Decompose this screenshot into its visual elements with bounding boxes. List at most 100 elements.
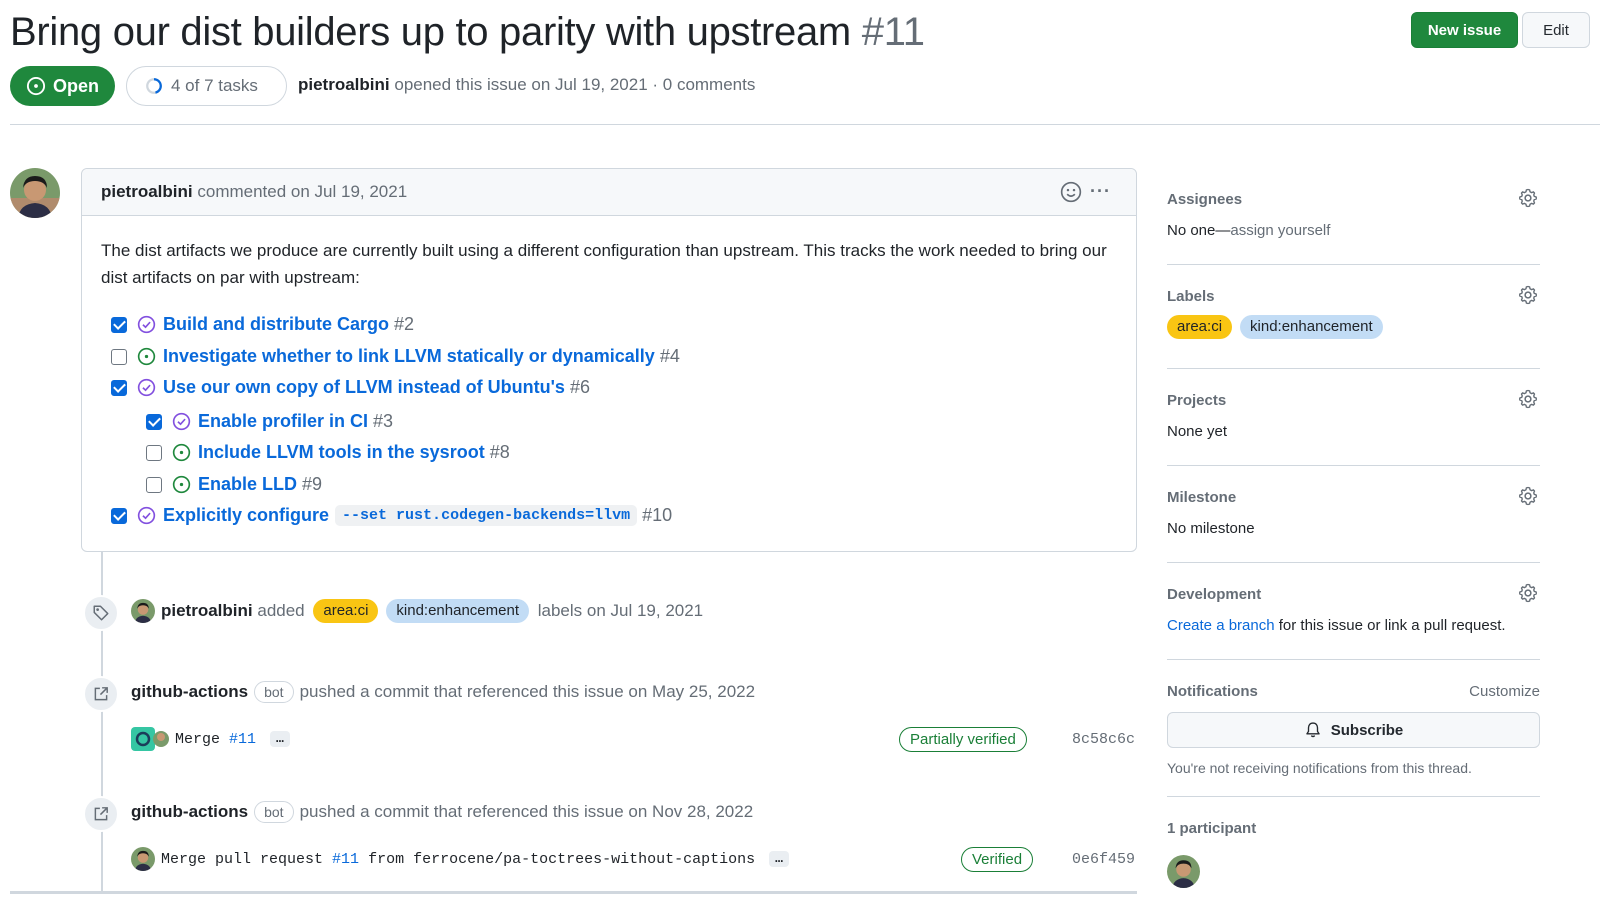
gear-icon[interactable] bbox=[1518, 389, 1538, 409]
edit-button[interactable]: Edit bbox=[1522, 12, 1590, 48]
participant-avatar[interactable] bbox=[1167, 855, 1200, 888]
author-link[interactable]: pietroalbini bbox=[298, 75, 390, 94]
task-issue-number[interactable]: #8 bbox=[490, 442, 510, 463]
tasks-progress[interactable]: 4 of 7 tasks bbox=[126, 66, 287, 106]
verification-badge[interactable]: Verified bbox=[961, 847, 1034, 872]
avatar-image bbox=[1167, 855, 1200, 888]
task-checkbox[interactable] bbox=[111, 348, 127, 365]
assignees-value: No one—assign yourself bbox=[1167, 222, 1540, 239]
task-checkbox[interactable] bbox=[111, 507, 127, 524]
task-item: Enable LLD #9 bbox=[146, 474, 322, 495]
task-issue-number[interactable]: #3 bbox=[373, 411, 393, 432]
commit-author-avatar[interactable] bbox=[131, 847, 155, 871]
timeline-badge bbox=[83, 676, 119, 712]
commit-sha[interactable]: 8c58c6c bbox=[1072, 731, 1135, 748]
issue-open-icon bbox=[172, 443, 191, 462]
avatar[interactable] bbox=[10, 168, 60, 218]
comment-header: pietroalbini commented on Jul 19, 2021 ·… bbox=[82, 169, 1136, 216]
task-item: Use our own copy of LLVM instead of Ubun… bbox=[111, 377, 590, 398]
issue-closed-icon bbox=[137, 315, 156, 334]
actor-avatar[interactable] bbox=[131, 599, 155, 623]
new-issue-button[interactable]: New issue bbox=[1411, 12, 1518, 48]
projects-value: None yet bbox=[1167, 423, 1228, 440]
task-issue-number[interactable]: #9 bbox=[302, 474, 322, 495]
development-text: for this issue or link a pull request. bbox=[1278, 617, 1506, 634]
task-issue-number[interactable]: #4 bbox=[660, 346, 680, 367]
create-branch-link[interactable]: Create a branch bbox=[1167, 617, 1275, 634]
task-issue-link[interactable]: Use our own copy of LLVM instead of Ubun… bbox=[163, 377, 565, 398]
sidebar-notifications: Notifications Customize Subscribe You're… bbox=[1167, 683, 1540, 776]
bell-icon bbox=[1305, 722, 1320, 738]
task-issue-link[interactable]: Build and distribute Cargo bbox=[163, 314, 389, 335]
labels-heading: Labels bbox=[1167, 288, 1215, 305]
gear-icon[interactable] bbox=[1518, 285, 1538, 305]
event-verb: added bbox=[257, 601, 305, 620]
task-checkbox[interactable] bbox=[111, 316, 127, 333]
assign-yourself-link[interactable]: assign yourself bbox=[1230, 222, 1330, 239]
event-text: pushed a commit that referenced this iss… bbox=[299, 682, 756, 701]
task-checkbox[interactable] bbox=[111, 379, 127, 396]
development-value: Create a branch for this issue or link a… bbox=[1167, 617, 1540, 634]
participants-heading: 1 participant bbox=[1167, 820, 1257, 837]
sidebar-divider bbox=[1167, 465, 1540, 466]
sidebar-divider bbox=[1167, 796, 1540, 797]
gear-icon[interactable] bbox=[1518, 583, 1538, 603]
add-reaction-icon[interactable] bbox=[1060, 181, 1082, 203]
milestone-heading: Milestone bbox=[1167, 489, 1237, 506]
issue-title: Bring our dist builders up to parity wit… bbox=[10, 10, 851, 54]
customize-link[interactable]: Customize bbox=[1469, 683, 1540, 700]
timeline-badge bbox=[83, 595, 119, 631]
label-kind-enhancement[interactable]: kind:enhancement bbox=[386, 599, 529, 623]
gear-icon[interactable] bbox=[1518, 486, 1538, 506]
task-issue-number[interactable]: #10 bbox=[642, 505, 672, 526]
development-heading: Development bbox=[1167, 586, 1262, 603]
task-issue-link[interactable]: Include LLVM tools in the sysroot bbox=[198, 442, 485, 463]
task-issue-link[interactable]: Explicitly configure bbox=[163, 505, 329, 526]
issue-meta: Open 4 of 7 tasks pietroalbini opened th… bbox=[10, 65, 1010, 107]
state-badge: Open bbox=[10, 66, 115, 106]
gear-icon[interactable] bbox=[1518, 188, 1538, 208]
label-kind-enhancement[interactable]: kind:enhancement bbox=[1240, 315, 1383, 339]
commit-message[interactable]: Merge bbox=[175, 731, 220, 748]
event-actor[interactable]: github-actions bbox=[131, 802, 248, 822]
verification-badge[interactable]: Partially verified bbox=[899, 727, 1027, 752]
task-issue-link[interactable]: Enable LLD bbox=[198, 474, 297, 495]
comment-date[interactable]: commented on Jul 19, 2021 bbox=[197, 182, 407, 201]
task-issue-link[interactable]: Enable profiler in CI bbox=[198, 411, 368, 432]
commit-message-rest[interactable]: from ferrocene/pa-toctrees-without-capti… bbox=[368, 851, 755, 868]
task-item: Build and distribute Cargo #2 bbox=[111, 314, 414, 335]
task-issue-link[interactable]: Investigate whether to link LLVM statica… bbox=[163, 346, 655, 367]
task-item: Investigate whether to link LLVM statica… bbox=[111, 346, 680, 367]
issue-comment: pietroalbini commented on Jul 19, 2021 ·… bbox=[81, 168, 1137, 552]
issue-open-icon bbox=[137, 347, 156, 366]
task-issue-number[interactable]: #2 bbox=[394, 314, 414, 335]
timeline-badge bbox=[83, 796, 119, 832]
commit-event: github-actions bot pushed a commit that … bbox=[131, 801, 753, 823]
commit-issue-link[interactable]: #11 bbox=[229, 731, 256, 748]
expand-commit-button[interactable]: … bbox=[769, 851, 789, 867]
task-checkbox[interactable] bbox=[146, 476, 162, 493]
commit-sha[interactable]: 0e6f459 bbox=[1072, 851, 1135, 868]
labels-list: area:ci kind:enhancement bbox=[1167, 315, 1540, 339]
assignees-none: No one— bbox=[1167, 222, 1231, 239]
task-issue-number[interactable]: #6 bbox=[570, 377, 590, 398]
header-divider bbox=[10, 124, 1600, 125]
sidebar-participants: 1 participant bbox=[1167, 820, 1540, 888]
task-checkbox[interactable] bbox=[146, 413, 162, 430]
commit-message[interactable]: Merge pull request bbox=[161, 851, 323, 868]
task-checkbox[interactable] bbox=[146, 444, 162, 461]
issue-number: #11 bbox=[861, 10, 925, 54]
label-area-ci[interactable]: area:ci bbox=[313, 599, 379, 623]
expand-commit-button[interactable]: … bbox=[270, 731, 290, 747]
subscribe-button[interactable]: Subscribe bbox=[1167, 712, 1540, 748]
commit-issue-link[interactable]: #11 bbox=[332, 851, 359, 868]
avatar-image bbox=[131, 847, 155, 871]
commit-row: Merge pull request #11 from ferrocene/pa… bbox=[131, 847, 789, 871]
label-area-ci[interactable]: area:ci bbox=[1167, 315, 1233, 339]
task-item: Include LLVM tools in the sysroot #8 bbox=[146, 442, 510, 463]
comment-author[interactable]: pietroalbini bbox=[101, 182, 193, 201]
event-actor[interactable]: github-actions bbox=[131, 682, 248, 702]
comment-body: The dist artifacts we produce are curren… bbox=[101, 241, 1107, 287]
event-actor[interactable]: pietroalbini bbox=[161, 601, 253, 621]
kebab-menu-icon[interactable]: ··· bbox=[1090, 181, 1111, 202]
